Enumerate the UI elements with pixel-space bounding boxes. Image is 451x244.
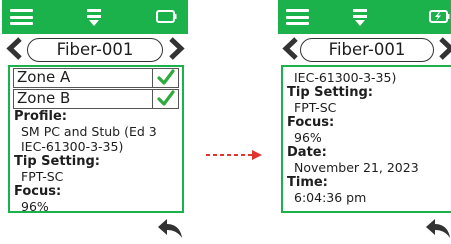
download-arrow-icon[interactable] — [85, 7, 103, 27]
tip-setting-label: Tip Setting: — [287, 85, 373, 100]
back-arrow-icon[interactable] — [156, 216, 184, 240]
hamburger-menu-icon[interactable] — [286, 9, 309, 25]
check-icon — [157, 90, 175, 106]
check-icon — [157, 69, 175, 85]
profile-value: SM PC and Stub (Ed 3 — [21, 124, 157, 139]
title-row: Fiber-001 — [2, 34, 188, 65]
zone-checkbox[interactable] — [152, 69, 178, 87]
details-panel[interactable]: Zone A Zone B Profile: SM PC and Stub (E… — [8, 65, 184, 213]
hamburger-menu-icon[interactable] — [10, 9, 33, 25]
date-label: Date: — [287, 145, 327, 160]
screen-after-scroll: Fiber-001 IEC-61300-3-35) Tip Setting: F… — [278, 0, 451, 244]
time-field: Time: 6:04:36 pm — [283, 175, 451, 205]
tip-setting-label: Tip Setting: — [14, 154, 100, 169]
zone-label: Zone B — [17, 89, 71, 107]
back-arrow-icon[interactable] — [424, 216, 451, 240]
time-value: 6:04:36 pm — [294, 190, 367, 205]
profile-value-cont: IEC-61300-3-35) — [294, 70, 397, 85]
profile-value-cont: IEC-61300-3-35) — [21, 139, 124, 154]
top-bar — [278, 0, 451, 34]
profile-field: Profile: SM PC and Stub (Ed 3 IEC-61300-… — [10, 109, 182, 154]
focus-value: 96% — [21, 199, 49, 213]
profile-label: Profile: — [14, 109, 67, 124]
tip-setting-value: FPT-SC — [294, 100, 337, 115]
record-title[interactable]: Fiber-001 — [300, 38, 434, 62]
battery-icon — [156, 10, 177, 23]
details-panel[interactable]: IEC-61300-3-35) Tip Setting: FPT-SC Focu… — [281, 65, 451, 213]
title-row: Fiber-001 — [278, 34, 451, 65]
focus-label: Focus: — [287, 115, 335, 130]
download-arrow-icon[interactable] — [351, 7, 369, 27]
screen-before-scroll: Fiber-001 Zone A Zone B Profile: SM PC a… — [2, 0, 188, 244]
focus-value: 96% — [294, 130, 322, 145]
tip-setting-value: FPT-SC — [21, 169, 64, 184]
focus-field: Focus: 96% — [283, 115, 451, 145]
record-title[interactable]: Fiber-001 — [27, 38, 163, 62]
time-label: Time: — [287, 175, 328, 190]
chevron-right-icon[interactable] — [167, 36, 185, 61]
top-bar — [2, 0, 188, 34]
chevron-right-icon[interactable] — [437, 36, 451, 61]
zone-row-b[interactable]: Zone B — [13, 89, 179, 109]
focus-field: Focus: 96% — [10, 184, 182, 213]
zone-label: Zone A — [17, 68, 71, 86]
focus-label: Focus: — [14, 184, 62, 199]
dashed-right-arrow-icon — [206, 150, 262, 160]
chevron-left-icon[interactable] — [282, 36, 300, 61]
zone-row-a[interactable]: Zone A — [13, 68, 179, 88]
date-field: Date: November 21, 2023 — [283, 145, 451, 175]
tip-setting-field: Tip Setting: FPT-SC — [10, 154, 182, 184]
date-value: November 21, 2023 — [294, 160, 419, 175]
tip-setting-field: Tip Setting: FPT-SC — [283, 85, 451, 115]
chevron-left-icon[interactable] — [6, 36, 24, 61]
battery-charging-icon — [429, 10, 450, 23]
zone-checkbox[interactable] — [152, 90, 178, 108]
profile-field: IEC-61300-3-35) — [283, 67, 451, 85]
